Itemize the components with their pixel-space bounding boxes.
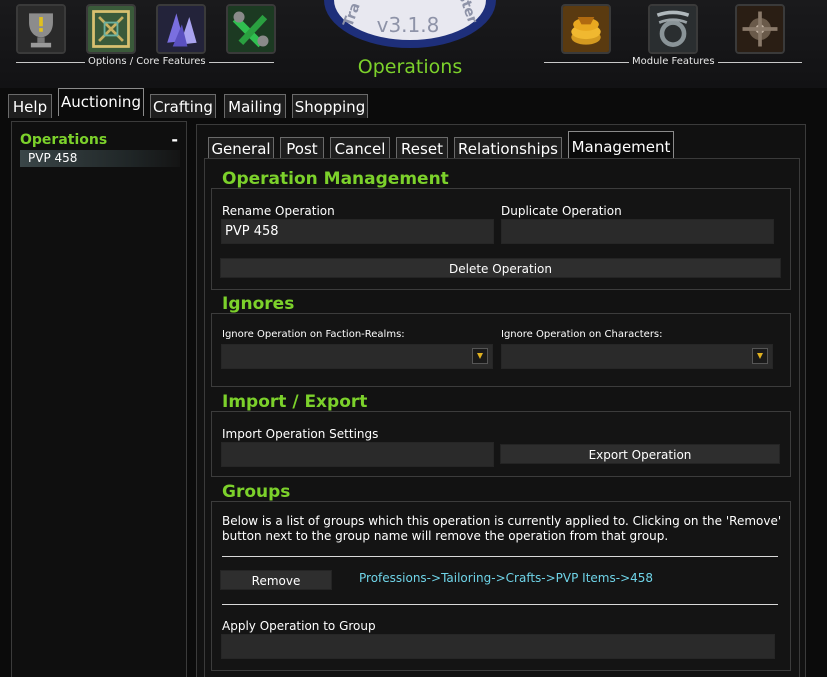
ignore-faction-realms-dropdown[interactable]	[221, 344, 493, 369]
tab-auctioning[interactable]: Auctioning	[58, 88, 144, 116]
header-bar: Options / Core Features Tra ster v3.1.8 …	[0, 0, 827, 88]
tab-reset[interactable]: Reset	[396, 137, 448, 159]
tree-header-operations[interactable]: Operations	[20, 132, 107, 148]
engineering-gear-icon[interactable]	[735, 4, 785, 54]
import-operation-label: Import Operation Settings	[222, 427, 379, 441]
ignore-faction-realms-label: Ignore Operation on Faction-Realms:	[222, 329, 405, 340]
metal-coil-icon[interactable]	[648, 4, 698, 54]
apply-operation-group-input[interactable]	[221, 634, 775, 659]
chevron-down-icon[interactable]	[752, 348, 768, 364]
tab-cancel[interactable]: Cancel	[330, 137, 390, 159]
tab-mailing[interactable]: Mailing	[224, 94, 286, 118]
rename-operation-input[interactable]: PVP 458	[221, 219, 494, 244]
apply-operation-label: Apply Operation to Group	[222, 619, 376, 633]
tab-post[interactable]: Post	[280, 137, 324, 159]
right-group-label: Module Features	[629, 56, 718, 67]
version-label: v3.1.8	[376, 13, 440, 37]
tab-general[interactable]: General	[208, 137, 274, 159]
groups-divider-top	[222, 556, 778, 557]
current-section-title: Operations	[357, 56, 463, 78]
left-group-label: Options / Core Features	[85, 56, 209, 67]
import-operation-input[interactable]	[221, 442, 494, 467]
applied-group-path: Professions->Tailoring->Crafts->PVP Item…	[359, 571, 654, 585]
operations-tree-panel: Operations - PVP 458	[11, 121, 187, 677]
tab-relationships[interactable]: Relationships	[454, 137, 562, 159]
section-title-ignores: Ignores	[222, 294, 295, 314]
section-title-operation-management: Operation Management	[222, 169, 449, 189]
ignore-characters-dropdown[interactable]	[501, 344, 773, 369]
delete-operation-button[interactable]: Delete Operation	[220, 258, 781, 278]
groups-divider-bottom	[222, 604, 778, 605]
rune-panel-icon[interactable]	[86, 4, 136, 54]
tree-item-operation[interactable]: PVP 458	[20, 150, 180, 167]
section-title-groups: Groups	[222, 482, 291, 502]
section-title-import-export: Import / Export	[222, 392, 368, 412]
wrench-icon[interactable]	[226, 4, 276, 54]
tab-crafting[interactable]: Crafting	[150, 94, 216, 118]
remove-group-button[interactable]: Remove	[220, 570, 332, 590]
ignore-characters-label: Ignore Operation on Characters:	[501, 329, 663, 340]
chevron-down-icon[interactable]	[472, 348, 488, 364]
duplicate-operation-input[interactable]	[501, 219, 774, 244]
tab-shopping[interactable]: Shopping	[292, 94, 368, 118]
groups-description: Below is a list of groups which this ope…	[222, 514, 782, 543]
export-operation-button[interactable]: Export Operation	[500, 444, 780, 464]
collapse-icon[interactable]: -	[171, 130, 178, 149]
crystal-icon[interactable]	[156, 4, 206, 54]
trophy-icon[interactable]	[16, 4, 66, 54]
tab-management[interactable]: Management	[568, 131, 674, 159]
tab-help[interactable]: Help	[8, 94, 52, 118]
gold-coins-icon[interactable]	[561, 4, 611, 54]
duplicate-operation-label: Duplicate Operation	[501, 204, 622, 218]
rename-operation-label: Rename Operation	[222, 204, 335, 218]
